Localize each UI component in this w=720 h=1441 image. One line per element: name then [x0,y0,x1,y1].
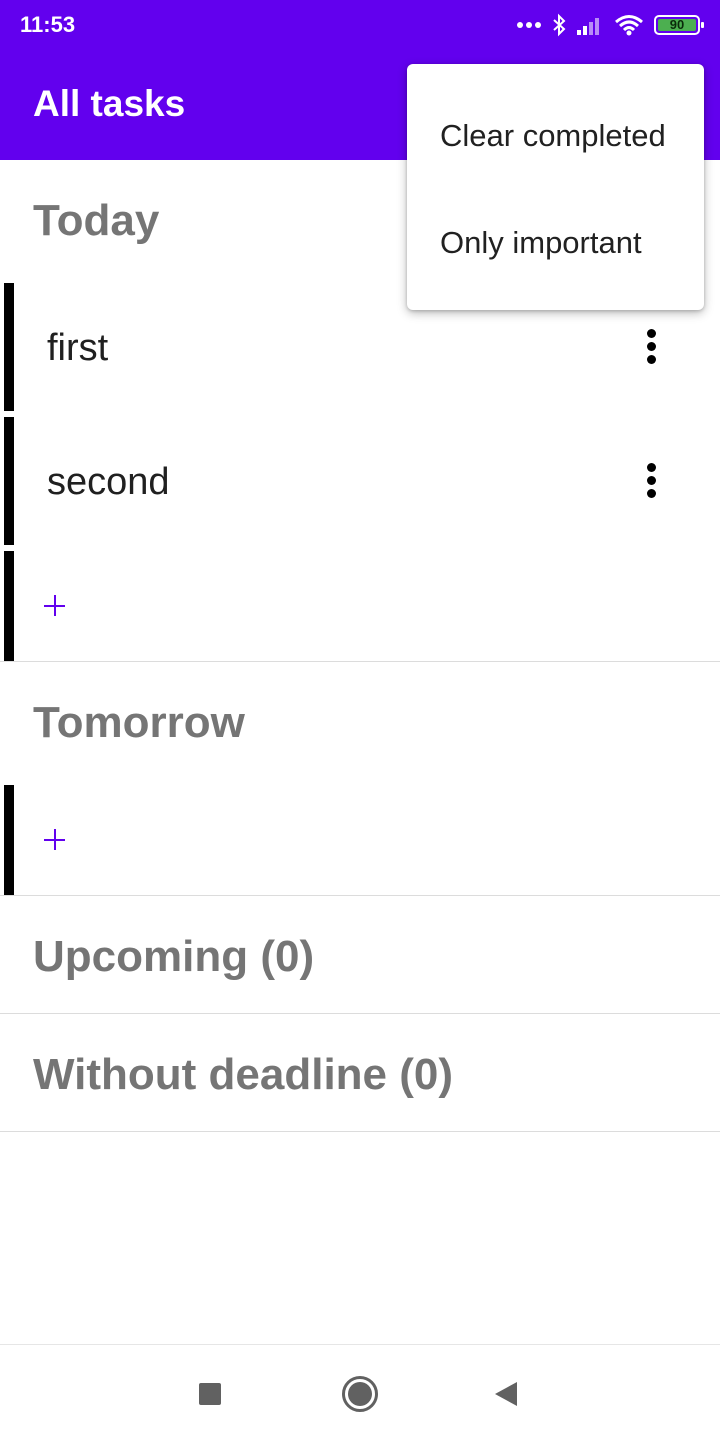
home-circle-icon[interactable] [335,1369,385,1419]
bluetooth-icon [553,13,566,37]
task-label: first [47,327,109,369]
section-title-upcoming[interactable]: Upcoming (0) [33,932,314,982]
add-task-today-button[interactable] [38,589,72,623]
section-divider [0,1131,720,1132]
section-divider [0,661,720,662]
menu-item-only-important[interactable]: Only important [407,191,704,291]
page-title: All tasks [33,83,186,124]
section-divider [0,895,720,896]
battery-icon: 90 [654,15,704,35]
recents-square-icon[interactable] [185,1369,235,1419]
battery-level: 90 [669,17,685,32]
task-more-options-icon[interactable] [636,327,666,367]
status-bar: 11:53 90 [0,0,720,50]
cellular-signal-icon [577,18,599,35]
task-label: second [47,461,170,503]
wifi-icon [615,15,643,36]
status-icons: 90 [516,10,704,40]
system-nav-bar [0,1344,720,1441]
more-notifications-icon [517,22,541,28]
menu-item-label: Only important [440,225,642,260]
section-title-tomorrow[interactable]: Tomorrow [33,698,245,748]
menu-item-label: Clear completed [440,118,666,153]
task-indicator-bar [4,785,14,895]
section-divider [0,1013,720,1014]
status-time: 11:53 [20,12,76,37]
section-title-without-deadline[interactable]: Without deadline (0) [33,1050,453,1100]
add-task-tomorrow-button[interactable] [38,823,72,857]
back-triangle-icon[interactable] [482,1369,532,1419]
task-more-options-icon[interactable] [636,461,666,501]
menu-item-clear-completed[interactable]: Clear completed [407,84,704,184]
task-indicator-bar [4,551,14,661]
overflow-menu: Clear completed Only important [407,64,704,310]
section-title-today[interactable]: Today [33,196,159,246]
task-row-second[interactable]: second [0,417,720,545]
